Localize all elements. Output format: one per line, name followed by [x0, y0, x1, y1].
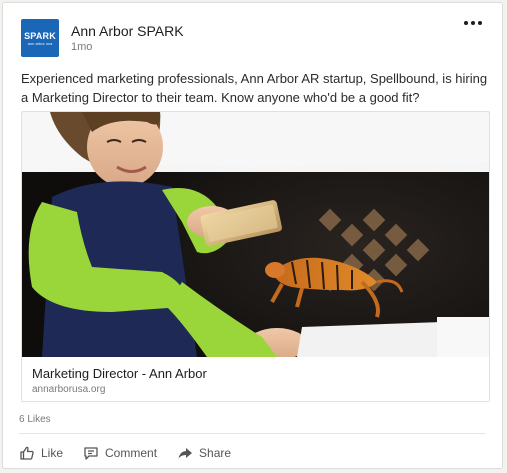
comment-button[interactable]: Comment: [83, 445, 157, 461]
like-button[interactable]: Like: [19, 445, 63, 461]
more-options-icon[interactable]: [462, 17, 484, 29]
more-dot: [464, 21, 468, 25]
post-card: SPARK ann arbor usa Ann Arbor SPARK 1mo …: [2, 2, 503, 469]
post-body-text: Experienced marketing professionals, Ann…: [21, 71, 488, 105]
more-dot: [478, 21, 482, 25]
post-timestamp: 1mo: [71, 41, 93, 53]
share-label: Share: [199, 446, 232, 460]
link-preview-image[interactable]: [22, 112, 489, 357]
share-button[interactable]: Share: [177, 445, 231, 461]
comment-icon: [84, 447, 98, 460]
link-title[interactable]: Marketing Director - Ann Arbor: [32, 366, 207, 381]
like-label: Like: [41, 446, 64, 460]
logo-tagline: ann arbor usa: [27, 40, 53, 46]
link-preview-info[interactable]: Marketing Director - Ann Arbor annarboru…: [22, 357, 489, 401]
preview-photo: [22, 112, 489, 357]
link-preview-card[interactable]: Marketing Director - Ann Arbor annarboru…: [21, 111, 490, 402]
more-dot: [471, 21, 475, 25]
company-logo[interactable]: SPARK ann arbor usa: [21, 19, 59, 57]
comment-label: Comment: [105, 446, 158, 460]
author-name[interactable]: Ann Arbor SPARK: [71, 23, 184, 39]
thumbs-up-icon: [20, 446, 34, 460]
share-arrow-icon: [178, 448, 193, 459]
action-bar: Like Comment Share: [19, 441, 251, 465]
logo-wordmark: SPARK: [24, 30, 56, 41]
post-header: SPARK ann arbor usa Ann Arbor SPARK 1mo: [21, 19, 486, 59]
divider: [19, 433, 486, 434]
likes-count[interactable]: 6 Likes: [19, 414, 51, 425]
link-domain: annarborusa.org: [32, 384, 106, 395]
